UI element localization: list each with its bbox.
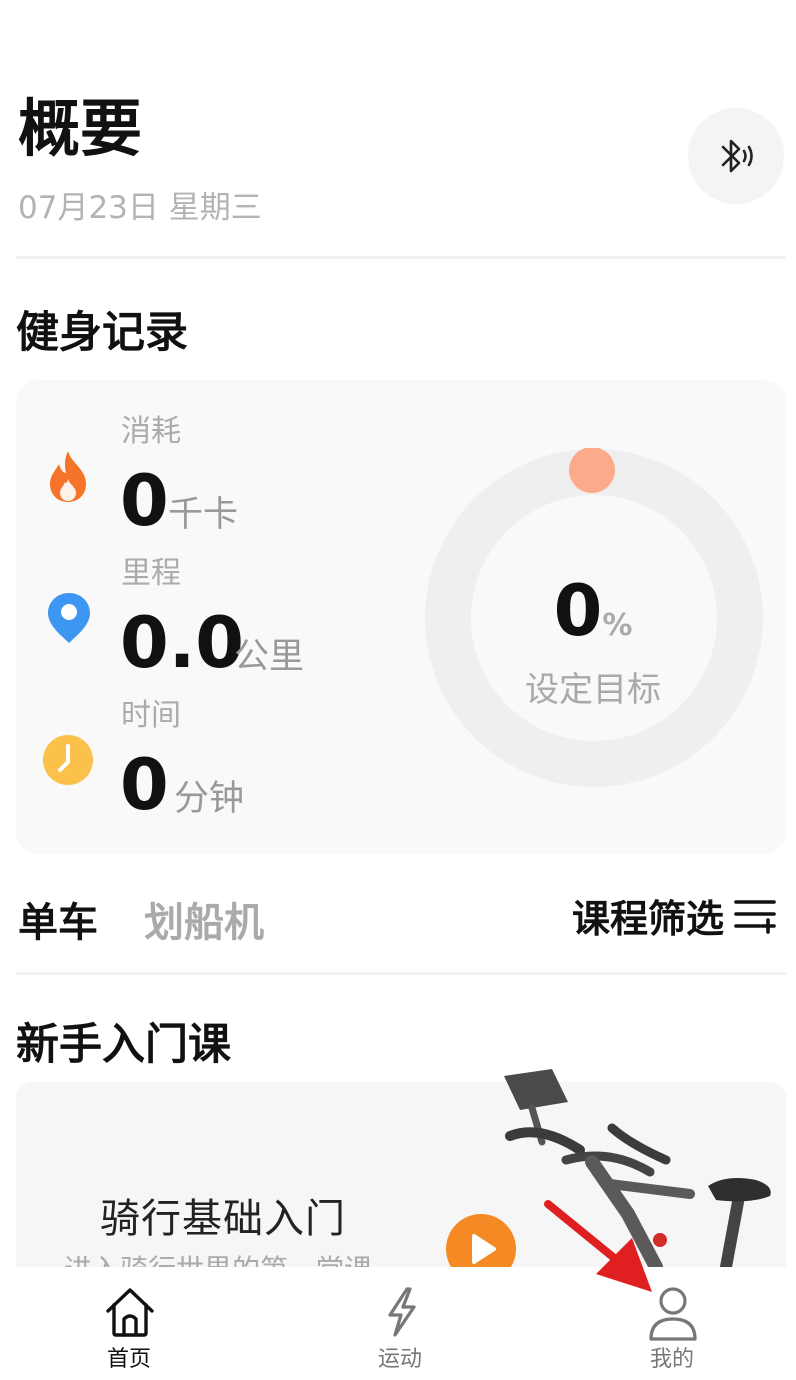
location-pin-icon <box>43 592 95 644</box>
filter-list-icon <box>734 900 776 934</box>
bluetooth-button[interactable] <box>688 108 784 204</box>
goal-progress-marker <box>569 448 615 493</box>
flame-icon <box>42 450 94 502</box>
red-arrow-icon <box>544 1200 652 1292</box>
bluetooth-audio-icon <box>721 139 753 173</box>
bottom-tab-bar: 首页 运动 我的 <box>0 1267 796 1380</box>
nav-sports[interactable]: 运动 <box>320 1267 480 1380</box>
page-title: 概要 <box>18 92 143 165</box>
course-filter-button[interactable]: 课程筛选 <box>572 890 778 941</box>
course-title: 骑行基础入门 <box>100 1196 346 1242</box>
clock-icon <box>42 734 94 786</box>
calories-unit: 千卡 <box>168 495 239 535</box>
calories-label: 消耗 <box>121 414 181 449</box>
fitness-section-title: 健身记录 <box>16 308 188 358</box>
nav-home[interactable]: 首页 <box>49 1267 209 1380</box>
tab-bike[interactable]: 单车 <box>18 890 98 948</box>
course-filter-label: 课程筛选 <box>572 896 725 941</box>
goal-percent-value: 0 <box>553 570 603 652</box>
nav-me-label: 我的 <box>649 1347 694 1372</box>
distance-value: 0.0 <box>120 602 245 684</box>
beginner-section-title: 新手入门课 <box>16 1020 231 1070</box>
nav-home-label: 首页 <box>106 1347 151 1372</box>
goal-percent-sign: % <box>602 608 633 643</box>
nav-sports-label: 运动 <box>377 1347 422 1372</box>
header-divider <box>16 256 786 259</box>
goal-percent: 0% <box>430 570 756 652</box>
distance-label: 里程 <box>121 556 181 591</box>
set-goal-label[interactable]: 设定目标 <box>430 662 756 711</box>
calories-value: 0 <box>120 460 169 542</box>
tabs-divider <box>16 972 786 975</box>
time-unit: 分钟 <box>174 779 245 819</box>
tab-rowing-machine[interactable]: 划船机 <box>144 890 264 948</box>
time-value: 0 <box>120 744 169 826</box>
date-label: 07月23日 星期三 <box>18 190 262 226</box>
home-icon <box>106 1288 154 1337</box>
lightning-icon <box>388 1287 416 1337</box>
distance-unit: 公里 <box>234 637 305 677</box>
time-label: 时间 <box>121 698 181 733</box>
